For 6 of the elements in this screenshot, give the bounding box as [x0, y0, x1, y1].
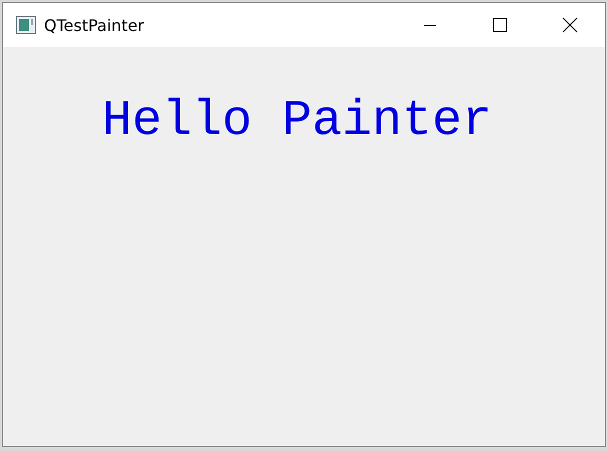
window-title: QTestPainter	[44, 16, 144, 34]
maximize-icon	[493, 18, 507, 32]
minimize-icon	[424, 24, 436, 26]
close-icon	[562, 17, 578, 33]
app-window-icon	[16, 16, 36, 34]
painted-text: Hello Painter	[102, 93, 492, 150]
